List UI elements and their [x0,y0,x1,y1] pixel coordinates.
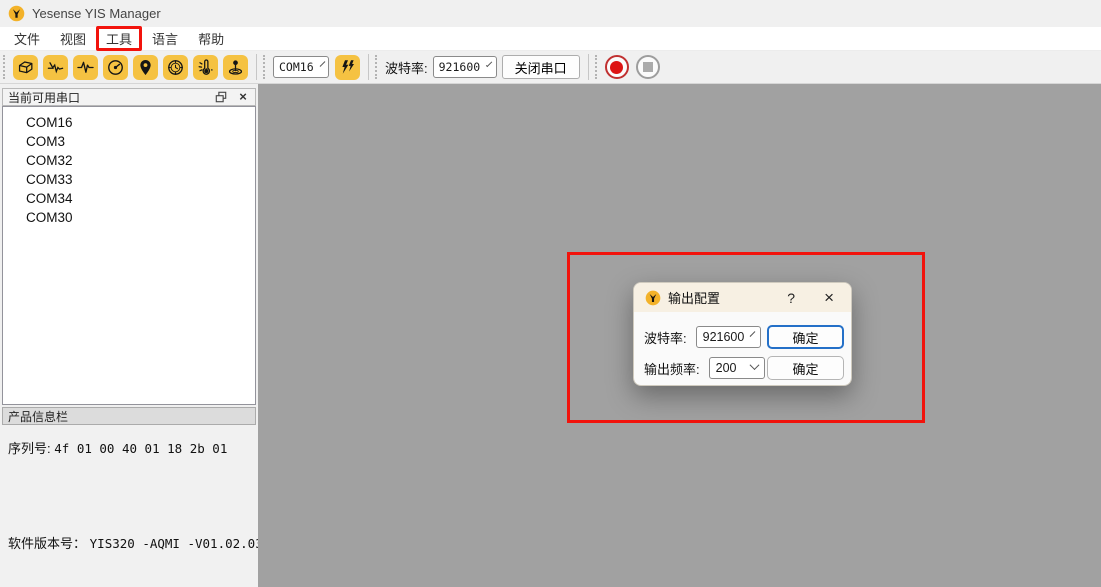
pulse-wave-icon [76,58,95,77]
toolbar-drag-handle[interactable] [595,55,601,79]
port-list-item[interactable]: COM32 [3,151,255,170]
toolbar-separator [368,54,369,80]
chevron-down-icon [750,331,756,337]
dialog-help-button[interactable]: ? [787,290,795,306]
dialog-body: 波特率: 921600 确定 输出频率: 200 确定 [634,312,851,380]
menu-help[interactable]: 帮助 [188,26,234,51]
baud-rate-label: 波特率: [385,58,428,77]
dialog-title-bar[interactable]: 输出配置 ? × [634,283,851,312]
menu-file[interactable]: 文件 [4,26,50,51]
chevron-down-icon [749,360,759,370]
chevron-down-icon [486,61,493,68]
record-button[interactable] [605,55,629,79]
window-title: Yesense YIS Manager [32,6,161,21]
thermometer-icon [196,58,215,77]
toolbar-drag-handle[interactable] [375,55,381,79]
joystick-icon [226,58,245,77]
dialog-baud-label: 波特率: [644,328,687,347]
product-info-title-bar: 产品信息栏 [2,407,256,425]
software-version-value: YIS320 -AQMI -V01.02.03; [90,536,271,551]
close-serial-port-button[interactable]: 关闭串口 [502,55,580,79]
title-bar: Yesense YIS Manager [0,0,1101,27]
angle-wave-icon [46,58,65,77]
tool-3d-view-button[interactable] [13,55,38,80]
port-list-item[interactable]: COM16 [3,113,255,132]
port-list-item[interactable]: COM3 [3,132,255,151]
dialog-frequency-select[interactable]: 200 [709,357,765,379]
dialog-frequency-value: 200 [716,361,737,375]
software-version-label: 软件版本号： [8,536,86,551]
yesense-logo-icon [8,5,25,22]
tool-temperature-button[interactable] [193,55,218,80]
available-ports-list[interactable]: COM16 COM3 COM32 COM33 COM34 COM30 [2,106,256,405]
dock-title: 当前可用串口 [8,89,80,106]
product-info-panel: 序列号: 4f 01 00 40 01 18 2b 01 软件版本号： YIS3… [0,425,258,587]
toolbar-separator [588,54,589,80]
serial-number-label: 序列号: [8,441,51,456]
stop-icon [643,62,653,72]
toolbar-drag-handle[interactable] [3,55,9,79]
frequency-confirm-button[interactable]: 确定 [767,356,844,380]
float-icon [215,91,227,103]
dialog-frequency-label: 输出频率: [644,359,700,378]
port-list-item[interactable]: COM34 [3,189,255,208]
tool-angle-wave-button[interactable] [43,55,68,80]
serial-number-value: 4f 01 00 40 01 18 2b 01 [54,441,227,456]
baud-rate-row: 波特率: 921600 确定 [644,325,844,349]
dialog-baud-value: 921600 [703,330,745,344]
menu-bar: 文件 视图 工具 语言 帮助 [0,27,1101,51]
cube-icon [16,58,35,77]
baud-confirm-button[interactable]: 确定 [767,325,844,349]
dock-title-bar: 当前可用串口 × [2,88,256,106]
baud-rate-value: 921600 [439,60,481,74]
output-config-dialog: 输出配置 ? × 波特率: 921600 确定 输出频率: 200 [633,282,852,386]
toolbar-separator [256,54,257,80]
refresh-bolts-icon [339,58,357,76]
port-list-item[interactable]: COM30 [3,208,255,227]
toolbar-drag-handle[interactable] [263,55,269,79]
menu-view[interactable]: 视图 [50,26,96,51]
port-list-item[interactable]: COM33 [3,170,255,189]
gauge-icon [106,58,125,77]
software-version-line: 软件版本号： YIS320 -AQMI -V01.02.03; [8,533,250,552]
chevron-down-icon [319,61,325,67]
tool-gauge-button[interactable] [103,55,128,80]
serial-number-line: 序列号: 4f 01 00 40 01 18 2b 01 [8,438,250,457]
toolbar: COM16 波特率: 921600 关闭串口 [0,51,1101,84]
stop-button[interactable] [636,55,660,79]
main-area: 当前可用串口 × COM16 COM3 COM32 COM33 COM34 CO… [0,84,1101,587]
close-icon: × [239,91,247,103]
tool-joystick-button[interactable] [223,55,248,80]
serial-port-dock: 当前可用串口 × COM16 COM3 COM32 COM33 COM34 CO… [0,84,258,587]
clock-icon [166,58,185,77]
dialog-title: 输出配置 [668,288,720,307]
tool-pulse-wave-button[interactable] [73,55,98,80]
location-pin-icon [136,58,155,77]
output-frequency-row: 输出频率: 200 确定 [644,356,844,380]
yesense-logo-icon [645,290,661,306]
product-info-title: 产品信息栏 [8,408,68,425]
menu-tools[interactable]: 工具 [96,26,142,51]
tool-clock-button[interactable] [163,55,188,80]
dock-close-button[interactable]: × [236,90,250,104]
dialog-baud-select[interactable]: 921600 [696,326,761,348]
record-icon [610,61,623,74]
port-select[interactable]: COM16 [273,56,329,78]
tool-location-button[interactable] [133,55,158,80]
baud-rate-select[interactable]: 921600 [433,56,497,78]
refresh-ports-button[interactable] [335,55,360,80]
dialog-close-button[interactable]: × [824,291,834,305]
workspace: 输出配置 ? × 波特率: 921600 确定 输出频率: 200 [258,84,1101,587]
port-select-value: COM16 [279,60,314,74]
dock-float-button[interactable] [214,90,228,104]
menu-language[interactable]: 语言 [142,26,188,51]
